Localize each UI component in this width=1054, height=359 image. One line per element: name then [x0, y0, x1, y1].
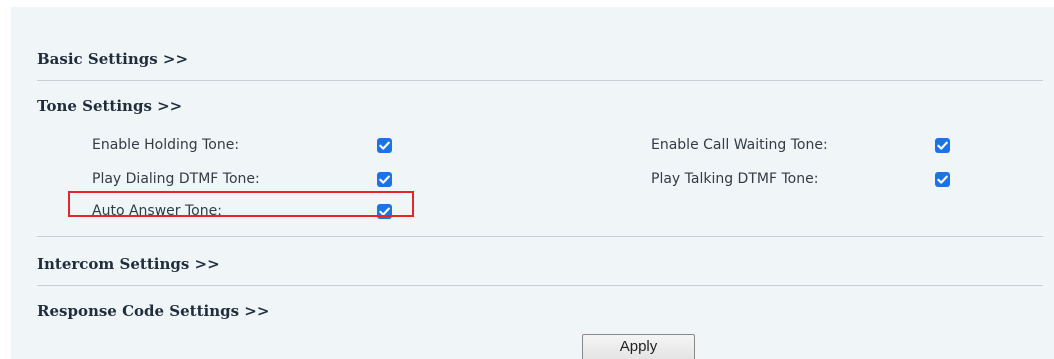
checkmark-icon [379, 141, 390, 150]
play-dialing-dtmf-tone-checkbox[interactable] [377, 172, 392, 187]
basic-settings-header[interactable]: Basic Settings >> [37, 50, 188, 68]
divider [37, 80, 1043, 81]
tone-settings-header[interactable]: Tone Settings >> [37, 97, 182, 115]
play-talking-dtmf-tone-label: Play Talking DTMF Tone: [651, 171, 819, 187]
checkmark-icon [937, 141, 948, 150]
play-talking-dtmf-tone-checkbox[interactable] [935, 172, 950, 187]
checkmark-icon [379, 175, 390, 184]
divider [37, 285, 1043, 286]
enable-call-waiting-tone-label: Enable Call Waiting Tone: [651, 137, 828, 153]
checkmark-icon [937, 175, 948, 184]
intercom-settings-header[interactable]: Intercom Settings >> [37, 255, 220, 273]
apply-button[interactable]: Apply [582, 334, 695, 359]
play-dialing-dtmf-tone-label: Play Dialing DTMF Tone: [92, 171, 260, 187]
enable-holding-tone-label: Enable Holding Tone: [92, 137, 240, 153]
enable-holding-tone-checkbox[interactable] [377, 138, 392, 153]
divider [37, 236, 1043, 237]
response-code-settings-header[interactable]: Response Code Settings >> [37, 302, 269, 320]
auto-answer-tone-highlight [68, 191, 414, 217]
enable-call-waiting-tone-checkbox[interactable] [935, 138, 950, 153]
